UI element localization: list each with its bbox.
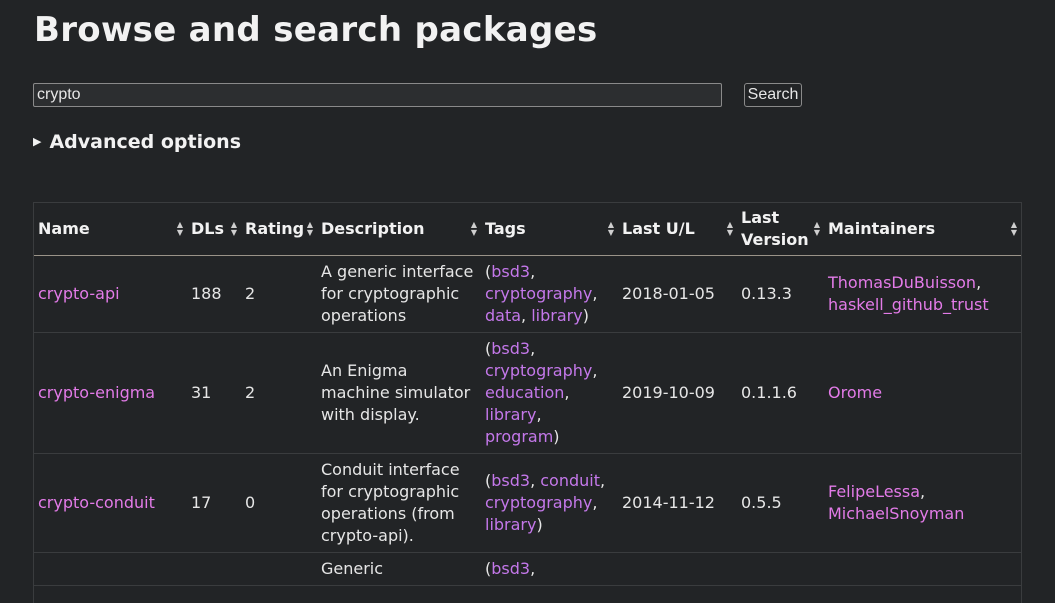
maintainers-cell: ThomasDuBuisson, haskell_github_trust [824,255,1021,333]
maintainers-cell: FelipeLessa, MichaelSnoyman [824,453,1021,553]
rating-cell [241,552,317,586]
tags-cell: (bsd3, cryptography, data, library) [481,255,618,333]
tag-link[interactable]: data [485,306,521,325]
maintainers-cell [824,552,1021,586]
package-name-cell: crypto-enigma [34,332,187,454]
table-header-row: Name ▲ ▼ DLs ▲ ▼ Rating ▲ ▼ Description ▲ ▼ Tags… [34,203,1021,256]
table-row: crypto-conduit 17 0 Conduit interface for c… [34,453,1021,553]
package-name-cell: crypto-api [34,255,187,333]
rating-cell: 2 [241,255,317,333]
downloads-cell: 31 [187,332,241,454]
description-cell: Generic [317,552,481,586]
column-header-maintainers[interactable]: Maintainers ▲ ▼ [824,203,1021,256]
package-name-cell [34,552,187,586]
description-cell: Conduit interface for cryptographic oper… [317,453,481,553]
description-cell: A generic interface for cryptographic op… [317,255,481,333]
sort-icon: ▲ ▼ [1010,220,1017,237]
last-version-cell [737,552,824,586]
tag-link[interactable]: library [485,515,536,534]
last-version-cell: 0.1.1.6 [737,332,824,454]
column-header-last-version[interactable]: Last Version ▲ ▼ [737,203,824,256]
maintainer-link[interactable]: ThomasDuBuisson [828,273,976,292]
tag-link[interactable]: bsd3 [491,262,530,281]
package-name-link[interactable]: crypto-enigma [38,383,155,402]
table-row: crypto-enigma 31 2 An Enigma machine simula… [34,332,1021,454]
column-header-last-ul[interactable]: Last U/L ▲ ▼ [618,203,737,256]
tag-link[interactable]: program [485,427,553,446]
last-upload-cell: 2014-11-12 [618,453,737,553]
tags-cell: (bsd3, conduit, cryptography, library) [481,453,618,553]
last-upload-cell: 2018-01-05 [618,255,737,333]
package-name-link[interactable]: crypto-conduit [38,493,155,512]
sort-icon: ▲ ▼ [306,220,313,237]
description-cell: An Enigma machine simulator with display… [317,332,481,454]
column-header-tags[interactable]: Tags ▲ ▼ [481,203,618,256]
tag-link[interactable]: library [531,306,582,325]
tag-link[interactable]: bsd3 [491,339,530,358]
sort-icon: ▲ ▼ [230,220,237,237]
column-header-rating[interactable]: Rating ▲ ▼ [241,203,317,256]
maintainer-link[interactable]: FelipeLessa [828,482,920,501]
tag-link[interactable]: education [485,383,564,402]
tag-link[interactable]: bsd3 [491,559,530,578]
column-header-dls[interactable]: DLs ▲ ▼ [187,203,241,256]
table-body: crypto-api 188 2 A generic interface for cr… [34,255,1021,586]
maintainer-link[interactable]: MichaelSnoyman [828,504,964,523]
packages-table-container: Name ▲ ▼ DLs ▲ ▼ Rating ▲ ▼ Description ▲ ▼ Tags… [33,202,1022,603]
disclosure-triangle-icon: ▶ [33,135,42,148]
downloads-cell: 17 [187,453,241,553]
rating-cell: 2 [241,332,317,454]
sort-icon: ▲ ▼ [726,220,733,237]
maintainers-cell: Orome [824,332,1021,454]
tag-link[interactable]: library [485,405,536,424]
tags-cell: (bsd3, cryptography, education, library,… [481,332,618,454]
package-name-link[interactable]: crypto-api [38,284,120,303]
page-title: Browse and search packages [34,10,598,50]
tags-cell: (bsd3, [481,552,618,586]
sort-icon: ▲ ▼ [470,220,477,237]
maintainer-link[interactable]: haskell_github_trust [828,295,989,314]
downloads-cell [187,552,241,586]
table-row: crypto-api 188 2 A generic interface for cr… [34,255,1021,333]
sort-icon: ▲ ▼ [813,220,820,237]
search-input[interactable] [33,83,722,107]
package-name-cell: crypto-conduit [34,453,187,553]
tag-link[interactable]: cryptography [485,284,592,303]
sort-icon: ▲ ▼ [607,220,614,237]
tag-link[interactable]: bsd3 [491,471,530,490]
column-header-description[interactable]: Description ▲ ▼ [317,203,481,256]
advanced-options-label: Advanced options [49,131,242,153]
downloads-cell: 188 [187,255,241,333]
last-version-cell: 0.5.5 [737,453,824,553]
last-upload-cell [618,552,737,586]
search-button[interactable]: Search [744,83,802,107]
rating-cell: 0 [241,453,317,553]
tag-link[interactable]: cryptography [485,361,592,380]
packages-table: Name ▲ ▼ DLs ▲ ▼ Rating ▲ ▼ Description ▲ ▼ Tags… [34,203,1021,586]
advanced-options-toggle[interactable]: ▶ Advanced options [33,131,241,153]
last-upload-cell: 2019-10-09 [618,332,737,454]
sort-icon: ▲ ▼ [176,220,183,237]
table-row: Generic (bsd3, [34,552,1021,586]
column-header-name[interactable]: Name ▲ ▼ [34,203,187,256]
tag-link[interactable]: cryptography [485,493,592,512]
last-version-cell: 0.13.3 [737,255,824,333]
maintainer-link[interactable]: Orome [828,383,882,402]
tag-link[interactable]: conduit [540,471,600,490]
